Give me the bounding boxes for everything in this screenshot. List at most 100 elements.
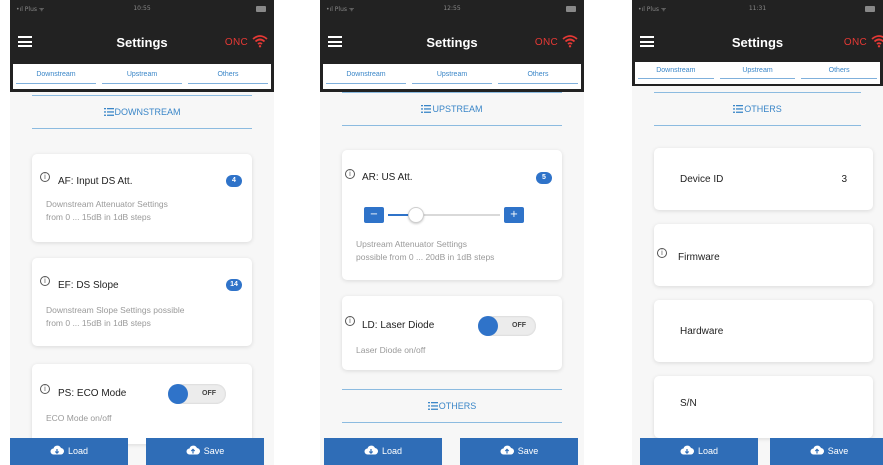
setting-card-ps: i PS: ECO Mode OFF ECO Mode on/off	[32, 364, 252, 444]
save-button[interactable]: Save	[460, 438, 578, 465]
status-bar: •ıl Plus ᯤ 11:31	[632, 0, 883, 20]
row-label: S/N	[680, 398, 697, 409]
tab-bar: Downstream Upstream Others	[10, 64, 274, 92]
card-title: LD: Laser Diode	[362, 320, 435, 331]
decrement-button[interactable]: −	[364, 207, 384, 223]
info-icon[interactable]: i	[40, 276, 50, 286]
tab-downstream[interactable]: Downstream	[13, 64, 99, 89]
tab-others[interactable]: Others	[798, 62, 880, 84]
info-icon[interactable]: i	[345, 316, 355, 326]
card-title: PS: ECO Mode	[58, 388, 127, 399]
load-label: Load	[67, 446, 89, 456]
status-bar: •ıl Plus ᯤ 10:55	[10, 0, 274, 20]
row-label: Hardware	[680, 326, 724, 337]
laser-diode-toggle[interactable]: OFF	[478, 316, 536, 336]
cloud-download-icon	[680, 445, 694, 455]
section-header-others[interactable]: OTHERS	[342, 389, 562, 423]
tab-upstream[interactable]: Upstream	[99, 64, 185, 89]
list-icon	[733, 105, 744, 113]
tab-bar: Downstream Upstream Others	[320, 64, 584, 92]
save-label: Save	[203, 446, 225, 456]
card-title: EF: DS Slope	[58, 280, 119, 291]
load-label: Load	[381, 446, 403, 456]
section-title: OTHERS	[744, 104, 782, 114]
wifi-icon[interactable]	[562, 34, 578, 48]
load-button[interactable]: Load	[640, 438, 758, 465]
toggle-knob	[168, 384, 188, 404]
card-description: Downstream Attenuator Settings	[46, 199, 168, 209]
tab-downstream[interactable]: Downstream	[635, 62, 717, 84]
increment-button[interactable]: +	[504, 207, 524, 223]
card-description: Downstream Slope Settings possible	[46, 305, 185, 315]
cloud-download-icon	[364, 445, 378, 455]
row-label: Device ID	[680, 174, 724, 185]
setting-card-ef: i EF: DS Slope 14 Downstream Slope Setti…	[32, 258, 252, 346]
info-row-firmware: i Firmware	[654, 224, 873, 286]
wifi-icon[interactable]	[871, 34, 883, 48]
info-icon[interactable]: i	[345, 169, 355, 179]
info-row-device-id: Device ID 3	[654, 148, 873, 210]
section-header-others[interactable]: OTHERS	[654, 92, 861, 126]
toggle-knob	[478, 316, 498, 336]
card-description: Upstream Attenuator Settings	[356, 239, 468, 249]
row-value: 3	[841, 174, 847, 185]
nav-bar: Settings ONC	[10, 20, 274, 64]
tab-others[interactable]: Others	[495, 64, 581, 89]
tab-downstream[interactable]: Downstream	[323, 64, 409, 89]
value-badge: 5	[536, 172, 552, 184]
battery-icon	[865, 6, 875, 12]
wifi-icon[interactable]	[252, 34, 268, 48]
tab-upstream[interactable]: Upstream	[717, 62, 799, 84]
connection-status: ONC	[534, 37, 558, 48]
clock: 10:55	[133, 5, 151, 12]
info-row-sn: S/N	[654, 376, 873, 438]
card-description: from 0 ... 15dB in 1dB steps	[46, 318, 151, 328]
info-row-hardware: Hardware	[654, 300, 873, 362]
load-button[interactable]: Load	[324, 438, 442, 465]
toggle-state: OFF	[202, 390, 216, 397]
eco-mode-toggle[interactable]: OFF	[168, 384, 226, 404]
slider-thumb[interactable]	[408, 207, 424, 223]
save-label: Save	[517, 446, 539, 456]
tab-bar: Downstream Upstream Others	[632, 62, 883, 86]
load-button[interactable]: Load	[10, 438, 128, 465]
card-description: ECO Mode on/off	[46, 413, 112, 423]
section-header-upstream[interactable]: UPSTREAM	[342, 92, 562, 126]
setting-card-af: i AF: Input DS Att. 4 Downstream Attenua…	[32, 154, 252, 242]
tab-others[interactable]: Others	[185, 64, 271, 89]
save-button[interactable]: Save	[146, 438, 264, 465]
battery-icon	[566, 6, 576, 12]
section-title: OTHERS	[438, 401, 477, 411]
info-icon[interactable]: i	[40, 384, 50, 394]
attenuation-slider[interactable]	[388, 207, 500, 223]
save-button[interactable]: Save	[770, 438, 883, 465]
clock: 12:55	[443, 5, 461, 12]
load-label: Load	[697, 446, 719, 456]
battery-icon	[256, 6, 266, 12]
info-icon[interactable]: i	[657, 248, 667, 258]
setting-card-ar: i AR: US Att. 5 − + Upstream Attenuator …	[342, 150, 562, 280]
list-icon	[421, 105, 432, 113]
phone-screen-upstream: •ıl Plus ᯤ 12:55 Settings ONC Downstream…	[320, 0, 584, 465]
value-badge: 4	[226, 175, 242, 187]
cloud-download-icon	[50, 445, 64, 455]
info-icon[interactable]: i	[40, 172, 50, 182]
row-label: Firmware	[678, 252, 720, 263]
phone-screen-downstream: •ıl Plus ᯤ 10:55 Settings ONC Downstream…	[10, 0, 274, 465]
card-description: Laser Diode on/off	[356, 345, 426, 355]
save-label: Save	[827, 446, 849, 456]
section-header-downstream[interactable]: DOWNSTREAM	[32, 95, 252, 129]
connection-status: ONC	[224, 37, 248, 48]
tab-upstream[interactable]: Upstream	[409, 64, 495, 89]
clock: 11:31	[748, 5, 767, 12]
card-title: AF: Input DS Att.	[58, 176, 133, 187]
list-icon	[427, 402, 438, 410]
section-title: UPSTREAM	[432, 104, 483, 114]
phone-screen-others: •ıl Plus ᯤ 11:31 Settings ONC Downstream…	[632, 0, 883, 465]
status-bar: •ıl Plus ᯤ 12:55	[320, 0, 584, 20]
cloud-upload-icon	[500, 445, 514, 455]
card-description: possible from 0 ... 20dB in 1dB steps	[356, 252, 495, 262]
value-badge: 14	[226, 279, 242, 291]
connection-status: ONC	[843, 37, 867, 48]
list-icon	[103, 108, 114, 116]
